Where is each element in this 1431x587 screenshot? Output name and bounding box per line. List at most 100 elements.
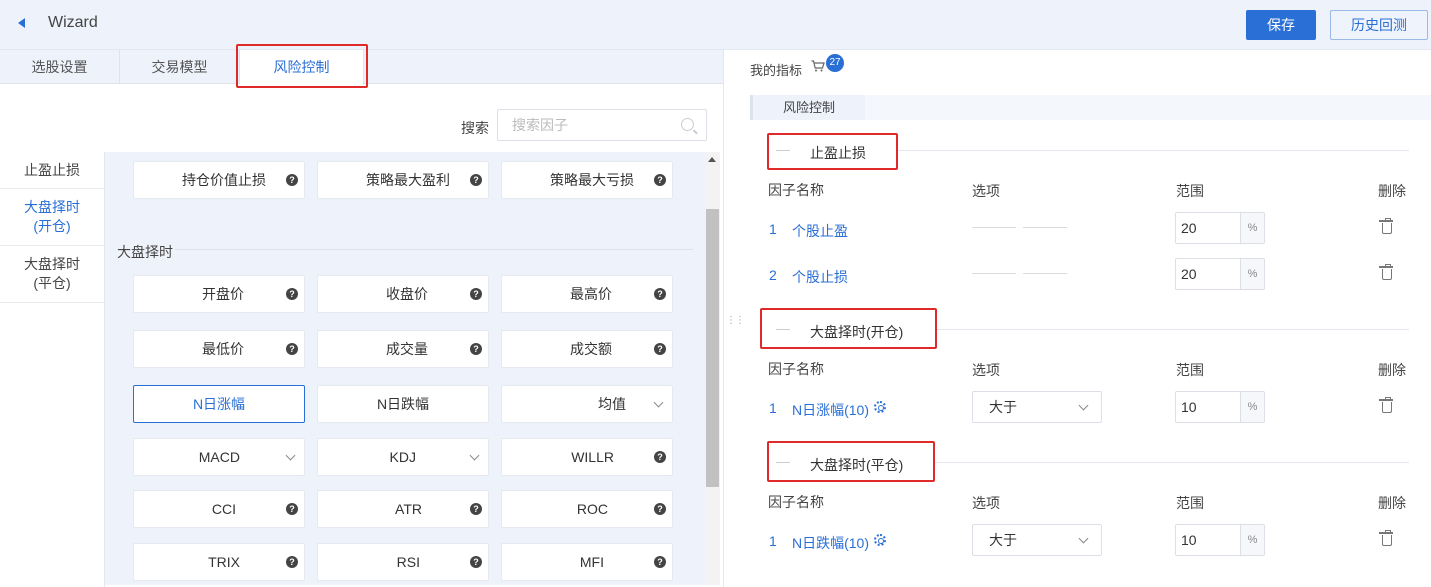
factor-turnover[interactable]: 成交额 ? — [501, 330, 673, 368]
back-arrow-icon[interactable] — [18, 18, 25, 28]
chevron-down-icon — [1078, 533, 1089, 544]
range-input-stop-loss[interactable] — [1176, 259, 1240, 289]
sidebar-item-take-profit-stop-loss[interactable]: 止盈止损 — [0, 152, 104, 189]
help-icon[interactable]: ? — [654, 343, 666, 355]
factor-grid-scrollbar[interactable] — [705, 152, 720, 585]
factor-atr[interactable]: ATR ? — [317, 490, 489, 528]
sidebar-item-market-timing-open[interactable]: 大盘择时 (开仓) — [0, 189, 104, 246]
range-field: % — [1175, 258, 1265, 290]
help-icon[interactable]: ? — [470, 556, 482, 568]
help-icon[interactable]: ? — [286, 288, 298, 300]
factor-close-price[interactable]: 收盘价 ? — [317, 275, 489, 313]
factor-name-stock-stop-loss[interactable]: 个股止损 — [792, 267, 848, 287]
section-tab-strip — [865, 95, 1431, 120]
help-icon[interactable]: ? — [470, 343, 482, 355]
range-field: % — [1175, 391, 1265, 423]
gear-icon[interactable] — [874, 534, 886, 546]
help-icon[interactable]: ? — [654, 451, 666, 463]
help-icon[interactable]: ? — [286, 503, 298, 515]
help-icon[interactable]: ? — [470, 503, 482, 515]
option-placeholder-dash — [972, 227, 1016, 228]
row-index: 1 — [769, 400, 777, 416]
sidebar-item-sublabel: (平仓) — [33, 275, 71, 291]
tab-trading-model[interactable]: 交易模型 — [120, 50, 240, 84]
help-icon[interactable]: ? — [286, 556, 298, 568]
chevron-down-icon[interactable] — [469, 450, 480, 461]
cart-count-badge: 27 — [826, 54, 844, 72]
range-input-take-profit[interactable] — [1176, 213, 1240, 243]
percent-unit: % — [1240, 259, 1264, 289]
percent-unit: % — [1240, 213, 1264, 243]
cart-icon[interactable] — [811, 60, 825, 72]
search-icon[interactable] — [681, 118, 694, 131]
chevron-down-icon[interactable] — [653, 397, 664, 408]
drag-handle-icon[interactable]: ⋮⋮ — [726, 316, 745, 326]
factor-kdj[interactable]: KDJ — [317, 438, 489, 476]
trash-icon[interactable] — [1379, 264, 1393, 280]
column-header-option: 选项 — [972, 362, 1000, 378]
trash-icon[interactable] — [1379, 218, 1393, 234]
sidebar-item-market-timing-close[interactable]: 大盘择时 (平仓) — [0, 246, 104, 303]
factor-low-price[interactable]: 最低价 ? — [133, 330, 305, 368]
scrollbar-thumb[interactable] — [706, 209, 719, 487]
trash-icon[interactable] — [1379, 530, 1393, 546]
factor-mfi[interactable]: MFI ? — [501, 543, 673, 581]
sidebar-item-sublabel: (开仓) — [33, 218, 71, 234]
option-select-open[interactable]: 大于 — [972, 391, 1102, 423]
factor-open-price[interactable]: 开盘价 ? — [133, 275, 305, 313]
help-icon[interactable]: ? — [470, 174, 482, 186]
option-select-close[interactable]: 大于 — [972, 524, 1102, 556]
range-input-open[interactable] — [1176, 392, 1240, 422]
factor-cci[interactable]: CCI ? — [133, 490, 305, 528]
section-divider — [897, 150, 1409, 151]
highlight-box-section-3 — [767, 441, 935, 482]
column-header-delete: 删除 — [1378, 183, 1406, 199]
range-input-close[interactable] — [1176, 525, 1240, 555]
factor-n-day-fall[interactable]: N日跌幅 — [317, 385, 489, 423]
option-placeholder-dash — [972, 273, 1016, 274]
help-icon[interactable]: ? — [286, 174, 298, 186]
column-header-range: 范围 — [1176, 183, 1204, 199]
option-placeholder-dash — [1023, 227, 1067, 228]
factor-strategy-max-loss[interactable]: 策略最大亏损 ? — [501, 161, 673, 199]
top-bar: Wizard 保存 历史回测 — [0, 0, 1431, 50]
percent-unit: % — [1240, 392, 1264, 422]
help-icon[interactable]: ? — [654, 556, 666, 568]
factor-macd[interactable]: MACD — [133, 438, 305, 476]
factor-moving-average[interactable]: 均值 — [501, 385, 673, 423]
column-header-factor-name: 因子名称 — [768, 361, 824, 377]
tab-stock-selection[interactable]: 选股设置 — [0, 50, 120, 84]
factor-rsi[interactable]: RSI ? — [317, 543, 489, 581]
factor-name-stock-take-profit[interactable]: 个股止盈 — [792, 221, 848, 241]
search-input[interactable] — [498, 110, 668, 140]
factor-high-price[interactable]: 最高价 ? — [501, 275, 673, 313]
factor-willr[interactable]: WILLR ? — [501, 438, 673, 476]
option-placeholder-dash — [1023, 273, 1067, 274]
scroll-up-arrow-icon[interactable] — [708, 157, 716, 162]
section-tab-risk-control[interactable]: 风险控制 — [750, 95, 865, 120]
help-icon[interactable]: ? — [654, 503, 666, 515]
search-field — [497, 109, 707, 141]
help-icon[interactable]: ? — [470, 288, 482, 300]
column-header-delete: 删除 — [1378, 362, 1406, 378]
help-icon[interactable]: ? — [286, 343, 298, 355]
factor-n-day-rise[interactable]: N日涨幅 — [133, 385, 305, 423]
factor-position-value-stop-loss[interactable]: 持仓价值止损 ? — [133, 161, 305, 199]
factor-name-n-day-fall[interactable]: N日跌幅(10) — [792, 533, 869, 553]
factor-volume[interactable]: 成交量 ? — [317, 330, 489, 368]
chevron-down-icon[interactable] — [285, 450, 296, 461]
factor-trix[interactable]: TRIX ? — [133, 543, 305, 581]
save-button[interactable]: 保存 — [1246, 10, 1316, 40]
option-select-value: 大于 — [989, 399, 1017, 415]
help-icon[interactable]: ? — [654, 174, 666, 186]
help-icon[interactable]: ? — [654, 288, 666, 300]
trash-icon[interactable] — [1379, 397, 1393, 413]
gear-icon[interactable] — [874, 401, 886, 413]
section-divider — [934, 462, 1409, 463]
factor-name-n-day-rise[interactable]: N日涨幅(10) — [792, 400, 869, 420]
factor-strategy-max-profit[interactable]: 策略最大盈利 ? — [317, 161, 489, 199]
factor-roc[interactable]: ROC ? — [501, 490, 673, 528]
history-backtest-button[interactable]: 历史回测 — [1330, 10, 1428, 40]
sidebar-item-label: 止盈止损 — [24, 162, 80, 178]
my-indicators-label: 我的指标 — [750, 63, 803, 78]
